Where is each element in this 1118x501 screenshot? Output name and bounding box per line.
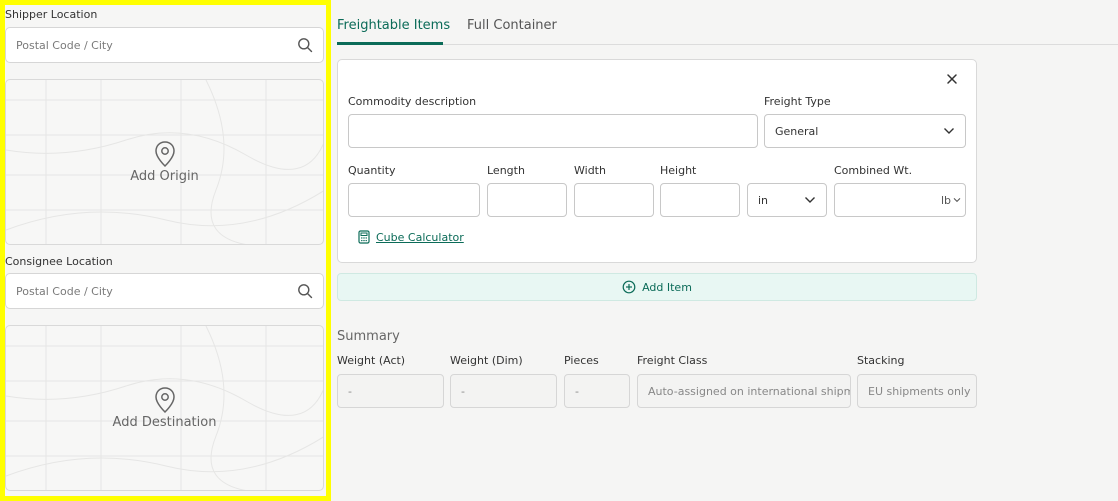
- cube-calculator-link[interactable]: Cube Calculator: [358, 230, 464, 244]
- shipper-location-label: Shipper Location: [5, 8, 98, 21]
- weight-act-value: -: [348, 384, 352, 398]
- dimension-unit-value: in: [758, 193, 769, 207]
- add-destination-label: Add Destination: [112, 414, 217, 430]
- plus-circle-icon: [622, 280, 636, 294]
- height-input[interactable]: [660, 183, 740, 217]
- freight-class-value: Auto-assigned on international shipments: [648, 384, 850, 398]
- add-origin-label: Add Origin: [130, 168, 199, 184]
- shipper-postal-input[interactable]: [16, 38, 297, 52]
- stacking-field: EU shipments only: [857, 374, 977, 408]
- freight-type-select[interactable]: General: [764, 114, 966, 148]
- length-label: Length: [487, 164, 525, 177]
- calculator-icon: [358, 230, 370, 244]
- active-tab-indicator: [337, 42, 443, 45]
- combined-weight-label: Combined Wt.: [834, 164, 913, 177]
- shipper-search-box[interactable]: [5, 27, 324, 63]
- tab-freightable-items[interactable]: Freightable Items: [337, 18, 450, 33]
- freight-type-value: General: [775, 124, 819, 138]
- freight-type-label: Freight Type: [764, 95, 831, 108]
- weight-dim-field: -: [450, 374, 557, 408]
- width-input[interactable]: [574, 183, 654, 217]
- search-icon[interactable]: [297, 283, 313, 299]
- pieces-field: -: [564, 374, 630, 408]
- quantity-label: Quantity: [348, 164, 396, 177]
- close-icon[interactable]: [945, 72, 959, 86]
- freight-class-field: Auto-assigned on international shipments: [637, 374, 851, 408]
- consignee-postal-input[interactable]: [16, 284, 297, 298]
- add-item-button[interactable]: Add Item: [337, 273, 977, 301]
- location-pin-icon: [154, 386, 175, 413]
- chevron-down-icon: [944, 128, 954, 134]
- destination-map[interactable]: Add Destination: [5, 325, 324, 491]
- width-label: Width: [574, 164, 606, 177]
- origin-map-center: Add Origin: [6, 80, 323, 244]
- stacking-value: EU shipments only: [868, 384, 971, 398]
- add-item-label: Add Item: [642, 280, 692, 294]
- location-panel: Shipper Location Add Origin: [0, 0, 331, 501]
- dimension-unit-select[interactable]: in: [747, 183, 827, 217]
- search-icon[interactable]: [297, 37, 313, 53]
- consignee-search-box[interactable]: [5, 273, 324, 309]
- weight-unit-value[interactable]: lb: [941, 194, 951, 207]
- consignee-location-label: Consignee Location: [5, 255, 113, 268]
- cube-calculator-label[interactable]: Cube Calculator: [376, 231, 464, 244]
- location-pin-icon: [154, 140, 175, 167]
- summary-title: Summary: [337, 329, 400, 344]
- combined-weight-field[interactable]: lb: [834, 183, 966, 217]
- freight-class-label: Freight Class: [637, 354, 708, 367]
- stacking-label: Stacking: [857, 354, 905, 367]
- chevron-down-icon: [953, 197, 961, 203]
- weight-dim-value: -: [461, 384, 465, 398]
- weight-act-field: -: [337, 374, 444, 408]
- pieces-value: -: [575, 384, 579, 398]
- commodity-label: Commodity description: [348, 95, 477, 108]
- weight-act-label: Weight (Act): [337, 354, 406, 367]
- pieces-label: Pieces: [564, 354, 599, 367]
- freight-tabs: Freightable Items Full Container: [337, 0, 1118, 45]
- weight-dim-label: Weight (Dim): [450, 354, 523, 367]
- quantity-input[interactable]: [348, 183, 480, 217]
- origin-map[interactable]: Add Origin: [5, 79, 324, 245]
- destination-map-center: Add Destination: [6, 326, 323, 490]
- tab-full-container[interactable]: Full Container: [467, 18, 557, 33]
- height-label: Height: [660, 164, 697, 177]
- chevron-down-icon: [805, 197, 815, 203]
- commodity-input[interactable]: [348, 114, 758, 148]
- length-input[interactable]: [487, 183, 567, 217]
- freight-item-card: Commodity description Freight Type Gener…: [337, 59, 977, 263]
